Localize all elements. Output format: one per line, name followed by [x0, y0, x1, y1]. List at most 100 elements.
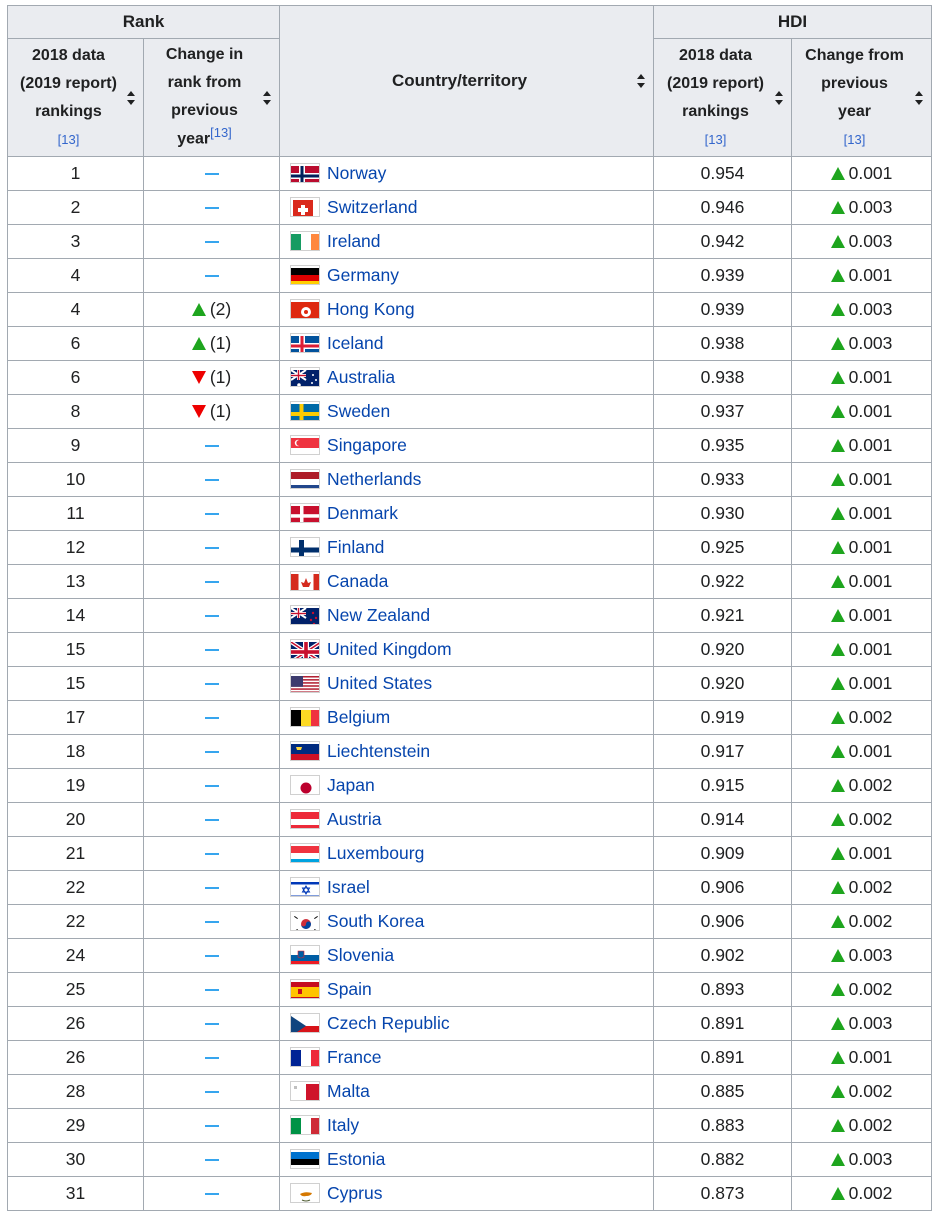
- country-link[interactable]: Australia: [327, 367, 395, 387]
- sort-icon[interactable]: [263, 90, 272, 105]
- steady-dash-icon: [204, 1057, 219, 1060]
- country-link[interactable]: Netherlands: [327, 469, 421, 489]
- country-cell: Singapore: [279, 428, 655, 463]
- sweden-flag-icon[interactable]: [290, 401, 321, 421]
- hdi-2018-column-header[interactable]: 2018 data (2019 report) rankings [13]: [653, 38, 793, 157]
- rank-change-cell: [142, 666, 281, 701]
- sort-icon[interactable]: [915, 90, 924, 105]
- sort-icon[interactable]: [637, 74, 646, 88]
- country-link[interactable]: Canada: [327, 571, 388, 591]
- hdi-up-arrow-icon: [830, 711, 845, 724]
- country-link[interactable]: Finland: [327, 537, 384, 557]
- hdi-change-value: 0.003: [848, 231, 893, 251]
- singapore-flag-icon[interactable]: [290, 435, 321, 455]
- germany-flag-icon[interactable]: [290, 265, 321, 285]
- norway-flag-icon[interactable]: [290, 163, 321, 183]
- country-cell: Israel: [279, 870, 655, 905]
- czech-republic-flag-icon[interactable]: [290, 1013, 321, 1033]
- sort-icon[interactable]: [127, 90, 135, 105]
- israel-flag-icon[interactable]: [290, 877, 321, 897]
- canada-flag-icon[interactable]: [290, 571, 321, 591]
- country-link[interactable]: United States: [327, 673, 432, 693]
- finland-flag-icon[interactable]: [290, 537, 321, 557]
- netherlands-flag-icon[interactable]: [290, 469, 321, 489]
- country-link[interactable]: Israel: [327, 877, 370, 897]
- country-link[interactable]: Malta: [327, 1081, 370, 1101]
- country-link[interactable]: Estonia: [327, 1149, 385, 1169]
- ireland-flag-icon[interactable]: [290, 231, 321, 251]
- reference-link[interactable]: [13]: [705, 132, 727, 147]
- luxembourg-flag-icon[interactable]: [290, 843, 321, 863]
- country-link[interactable]: Belgium: [327, 707, 390, 727]
- denmark-flag-icon[interactable]: [290, 503, 321, 523]
- rank-change-column-header[interactable]: Change in rank from previous year[13]: [142, 38, 281, 157]
- cyprus-flag-icon[interactable]: [290, 1183, 321, 1203]
- country-link[interactable]: Spain: [327, 979, 372, 999]
- france-flag-icon[interactable]: [290, 1047, 321, 1067]
- slovenia-flag-icon[interactable]: [290, 945, 321, 965]
- rank-change-cell: [142, 258, 281, 293]
- hdi-value-cell: 0.885: [653, 1074, 793, 1109]
- sort-icon[interactable]: [775, 90, 784, 105]
- hong-kong-flag-icon[interactable]: [290, 299, 321, 319]
- country-link[interactable]: Sweden: [327, 401, 390, 421]
- austria-flag-icon[interactable]: [290, 809, 321, 829]
- rank-cell: 31: [7, 1176, 144, 1211]
- hdi-change-cell: 0.003: [791, 190, 933, 225]
- hdi-change-value: 0.002: [848, 979, 893, 999]
- japan-flag-icon[interactable]: [290, 775, 321, 795]
- country-link[interactable]: Germany: [327, 265, 399, 285]
- country-link[interactable]: Switzerland: [327, 197, 417, 217]
- rank-change-cell: [142, 462, 281, 497]
- country-link[interactable]: Singapore: [327, 435, 407, 455]
- country-link[interactable]: Slovenia: [327, 945, 394, 965]
- rank-change-header-label: Change in rank from previous year[13]: [165, 46, 244, 148]
- liechtenstein-flag-icon[interactable]: [290, 741, 321, 761]
- switzerland-flag-icon[interactable]: [290, 197, 321, 217]
- rank-2018-column-header[interactable]: 2018 data (2019 report) rankings [13]: [7, 38, 144, 157]
- iceland-flag-icon[interactable]: [290, 333, 321, 353]
- hdi-value-cell: 0.925: [653, 530, 793, 565]
- hdi-up-arrow-icon: [830, 779, 845, 792]
- country-link[interactable]: Denmark: [327, 503, 398, 523]
- steady-dash-icon: [204, 479, 219, 482]
- united-kingdom-flag-icon[interactable]: [290, 639, 321, 659]
- country-link[interactable]: Czech Republic: [327, 1013, 450, 1033]
- reference-link[interactable]: [13]: [844, 132, 866, 147]
- country-link[interactable]: South Korea: [327, 911, 424, 931]
- new-zealand-flag-icon[interactable]: [290, 605, 321, 625]
- country-link[interactable]: France: [327, 1047, 381, 1067]
- hdi-change-cell: 0.002: [791, 1074, 933, 1109]
- country-link[interactable]: Liechtenstein: [327, 741, 430, 761]
- australia-flag-icon[interactable]: [290, 367, 321, 387]
- country-cell: Luxembourg: [279, 836, 655, 871]
- country-link[interactable]: Italy: [327, 1115, 359, 1135]
- country-link[interactable]: New Zealand: [327, 605, 430, 625]
- rank-cell: 30: [7, 1142, 144, 1177]
- country-link[interactable]: Hong Kong: [327, 299, 415, 319]
- country-link[interactable]: Ireland: [327, 231, 381, 251]
- country-link[interactable]: Cyprus: [327, 1183, 382, 1203]
- spain-flag-icon[interactable]: [290, 979, 321, 999]
- table-row: 15 United States 0.920 0.001: [7, 666, 933, 701]
- country-link[interactable]: Austria: [327, 809, 381, 829]
- belgium-flag-icon[interactable]: [290, 707, 321, 727]
- country-link[interactable]: Japan: [327, 775, 375, 795]
- steady-dash-icon: [204, 819, 219, 822]
- reference-link[interactable]: [13]: [210, 125, 232, 140]
- italy-flag-icon[interactable]: [290, 1115, 321, 1135]
- hdi-change-column-header[interactable]: Change from previous year [13]: [791, 38, 933, 157]
- country-link[interactable]: Norway: [327, 163, 386, 183]
- country-link[interactable]: United Kingdom: [327, 639, 452, 659]
- south-korea-flag-icon[interactable]: [290, 911, 321, 931]
- country-link[interactable]: Luxembourg: [327, 843, 424, 863]
- hdi-change-value: 0.002: [848, 877, 893, 897]
- estonia-flag-icon[interactable]: [290, 1149, 321, 1169]
- table-row: 20 Austria 0.914 0.002: [7, 802, 933, 837]
- united-states-flag-icon[interactable]: [290, 673, 321, 693]
- country-link[interactable]: Iceland: [327, 333, 383, 353]
- reference-link[interactable]: [13]: [58, 132, 80, 147]
- malta-flag-icon[interactable]: [290, 1081, 321, 1101]
- hdi-value-cell: 0.906: [653, 904, 793, 939]
- country-column-header[interactable]: Country/territory: [279, 5, 655, 157]
